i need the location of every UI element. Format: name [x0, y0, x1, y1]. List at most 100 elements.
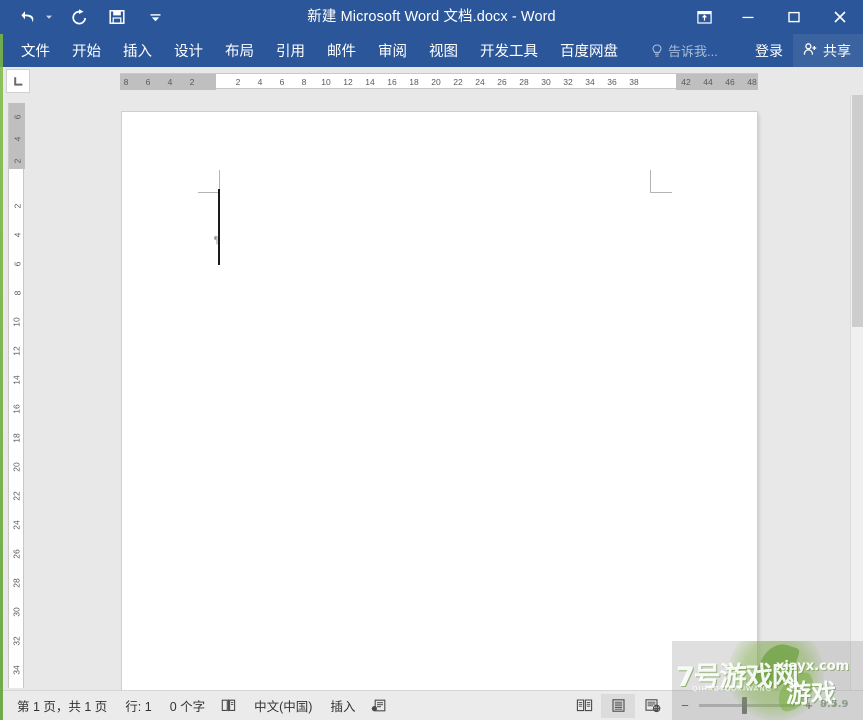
hruler-tick: 6 [145, 77, 151, 87]
margin-corner-top-right [650, 192, 672, 193]
hruler-tick: 20 [431, 77, 441, 87]
vruler-tick: 26 [12, 549, 22, 559]
ribbon-display-options-button[interactable] [683, 0, 725, 34]
tell-me-label: 告诉我... [668, 44, 718, 59]
hruler-tick: 8 [301, 77, 307, 87]
vruler-tick: 4 [11, 136, 22, 142]
hruler-tick: 4 [167, 77, 173, 87]
hruler-tick: 30 [541, 77, 551, 87]
status-bar-left: 第 1 页，共 1 页 行: 1 0 个字 中文(中国) 插入 [0, 694, 394, 718]
vertical-scrollbar[interactable] [850, 95, 863, 690]
hruler-tick: 2 [235, 77, 241, 87]
vruler-tick: 2 [11, 203, 22, 209]
tab-mailings[interactable]: 邮件 [316, 34, 367, 67]
document-page[interactable]: ¶ [122, 112, 757, 690]
left-tab-stop-icon[interactable] [6, 69, 30, 93]
vruler-tick: 18 [12, 433, 22, 443]
ribbon-right-cluster: 登录 共享 [745, 34, 863, 67]
web-layout-icon[interactable] [635, 694, 669, 718]
hruler-tick: 24 [475, 77, 485, 87]
vertical-ruler[interactable]: 6 4 2 2 4 6 8 10 12 14 16 18 20 22 24 26… [8, 103, 25, 688]
line-indicator[interactable]: 行: 1 [116, 694, 160, 718]
margin-corner-top-right-v [650, 170, 651, 193]
vruler-tick: 4 [11, 232, 22, 238]
vruler-tick: 28 [12, 578, 22, 588]
tab-design[interactable]: 设计 [163, 34, 214, 67]
hruler-tick: 46 [725, 77, 735, 87]
redo-button[interactable] [65, 4, 93, 30]
scrollbar-thumb[interactable] [852, 95, 863, 327]
share-label: 共享 [823, 42, 851, 59]
hruler-tick: 10 [321, 77, 331, 87]
hruler-tick: 28 [519, 77, 529, 87]
window-controls [683, 0, 863, 34]
person-share-icon [803, 42, 818, 60]
hruler-tick: 48 [747, 77, 757, 87]
hruler-tick: 14 [365, 77, 375, 87]
word-window: 新建 Microsoft Word 文档.docx - Word 文件 开始 插… [0, 0, 863, 720]
read-mode-icon[interactable] [567, 694, 601, 718]
tab-baidu-netdisk[interactable]: 百度网盘 [549, 34, 629, 67]
hruler-tick: 6 [279, 77, 285, 87]
hruler-tick: 22 [453, 77, 463, 87]
share-button[interactable]: 共享 [793, 34, 863, 67]
hruler-tick: 42 [681, 77, 691, 87]
horizontal-ruler[interactable]: 8 6 4 2 2 4 6 8 10 12 14 16 18 20 22 24 … [0, 67, 863, 162]
document-area[interactable]: ¶ [0, 95, 863, 690]
insert-mode-indicator[interactable]: 插入 [321, 694, 364, 718]
vruler-tick: 6 [11, 261, 22, 267]
sign-in-link[interactable]: 登录 [745, 34, 793, 67]
zoom-control[interactable]: − + [669, 696, 857, 716]
customize-qat-button[interactable] [141, 4, 169, 30]
tab-review[interactable]: 审阅 [367, 34, 418, 67]
zoom-in-button[interactable]: + [801, 696, 817, 716]
vruler-tick: 24 [12, 520, 22, 530]
hruler-tick: 12 [343, 77, 353, 87]
maximize-button[interactable] [771, 0, 817, 34]
horizontal-ruler-strip[interactable]: 8 6 4 2 2 4 6 8 10 12 14 16 18 20 22 24 … [120, 73, 758, 90]
save-button[interactable] [103, 4, 131, 30]
vruler-tick: 12 [12, 346, 22, 356]
vruler-tick: 10 [12, 317, 22, 327]
hruler-tick: 44 [703, 77, 713, 87]
tab-references[interactable]: 引用 [265, 34, 316, 67]
vruler-tick: 16 [12, 404, 22, 414]
margin-corner-top-left [198, 192, 220, 193]
hruler-tick: 16 [387, 77, 397, 87]
ribbon-tab-bar: 文件 开始 插入 设计 布局 引用 邮件 审阅 视图 开发工具 百度网盘 告诉我… [0, 34, 863, 67]
tell-me-search[interactable]: 告诉我... [643, 34, 726, 67]
close-button[interactable] [817, 0, 863, 34]
tab-view[interactable]: 视图 [418, 34, 469, 67]
page-indicator[interactable]: 第 1 页，共 1 页 [8, 694, 116, 718]
word-count[interactable]: 0 个字 [161, 694, 214, 718]
tab-file[interactable]: 文件 [10, 34, 61, 67]
print-layout-icon[interactable] [601, 693, 635, 718]
tab-insert[interactable]: 插入 [112, 34, 163, 67]
window-edge-accent [0, 34, 3, 720]
vruler-tick: 2 [11, 158, 22, 164]
proofing-book-icon[interactable] [214, 698, 245, 713]
title-bar: 新建 Microsoft Word 文档.docx - Word [0, 0, 863, 34]
language-indicator[interactable]: 中文(中国) [245, 694, 321, 718]
hruler-tick: 32 [563, 77, 573, 87]
ribbon-tabs: 文件 开始 插入 设计 布局 引用 邮件 审阅 视图 开发工具 百度网盘 告诉我… [0, 34, 726, 67]
zoom-slider-track[interactable] [699, 697, 795, 714]
zoom-slider-thumb[interactable] [742, 697, 747, 714]
status-bar-right: − + [567, 693, 857, 718]
hruler-tick: 26 [497, 77, 507, 87]
vruler-tick: 22 [12, 491, 22, 501]
macro-record-icon[interactable] [364, 698, 394, 713]
hruler-tick: 4 [257, 77, 263, 87]
lightbulb-icon [651, 43, 663, 58]
undo-dropdown-button[interactable] [42, 4, 55, 30]
undo-button[interactable] [14, 4, 42, 30]
zoom-out-button[interactable]: − [677, 696, 693, 716]
hruler-tick: 18 [409, 77, 419, 87]
tab-home[interactable]: 开始 [61, 34, 112, 67]
vruler-tick: 20 [12, 462, 22, 472]
vruler-tick: 8 [11, 290, 22, 296]
minimize-button[interactable] [725, 0, 771, 34]
hruler-tick: 2 [189, 77, 195, 87]
tab-layout[interactable]: 布局 [214, 34, 265, 67]
tab-developer[interactable]: 开发工具 [469, 34, 549, 67]
